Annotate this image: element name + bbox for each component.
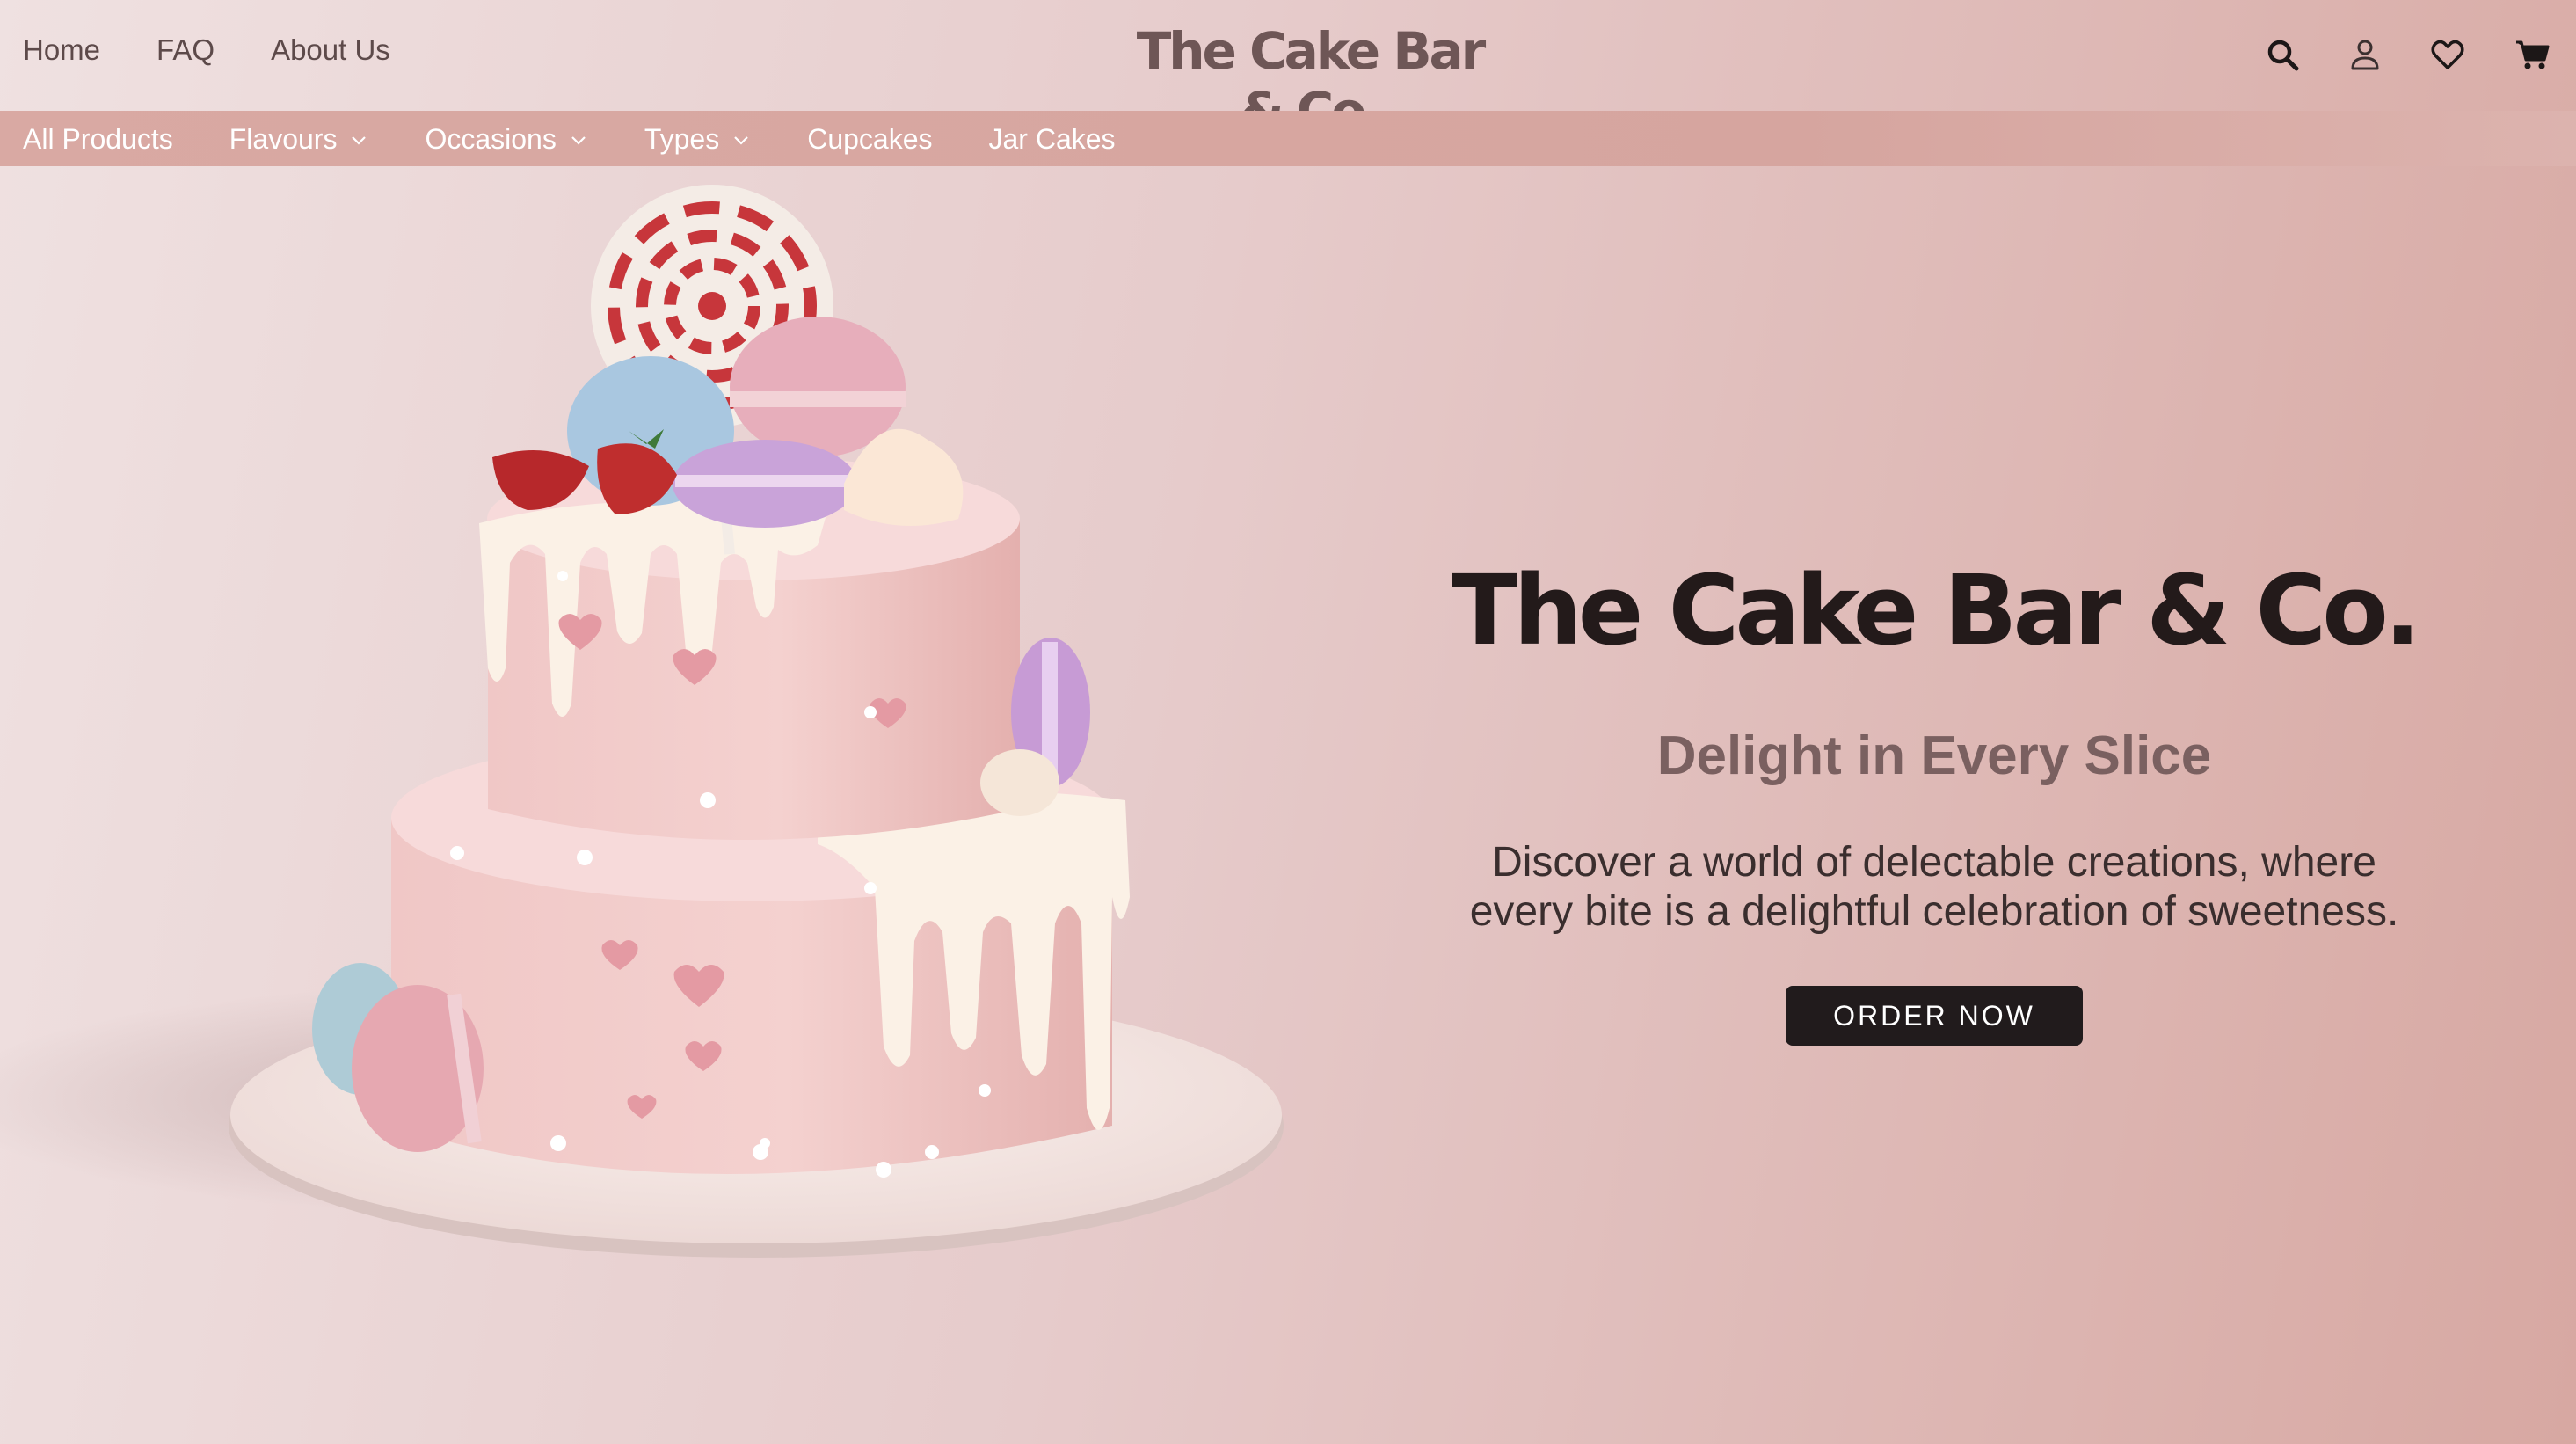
top-bar: Home FAQ About Us The Cake Bar & Co. (0, 0, 2576, 141)
category-label: Jar Cakes (988, 123, 1116, 155)
nav-about-link[interactable]: About Us (271, 33, 390, 67)
chevron-down-icon (731, 130, 751, 150)
hero-subtitle: Delight in Every Slice (1656, 726, 2212, 786)
category-cupcakes[interactable]: Cupcakes (807, 123, 932, 156)
category-bar: All Products Flavours Occasions Types Cu… (0, 111, 2576, 166)
cart-icon[interactable] (2513, 35, 2551, 74)
hero-section: The Cake Bar & Co. Delight in Every Slic… (1407, 554, 2462, 1046)
hero-cake-image (0, 176, 1372, 1319)
hero-description: Discover a world of delectable creations… (1469, 839, 2399, 935)
category-label: Flavours (229, 123, 338, 155)
category-jar-cakes[interactable]: Jar Cakes (989, 123, 1116, 156)
category-label: All Products (23, 123, 173, 155)
header-icons (2259, 35, 2576, 74)
hero-title: The Cake Bar & Co. (1452, 554, 2420, 667)
category-occasions-dropdown[interactable]: Occasions (425, 123, 587, 156)
nav-faq-link[interactable]: FAQ (156, 33, 215, 67)
top-nav: Home FAQ About Us (23, 33, 390, 67)
search-icon[interactable] (2263, 35, 2302, 74)
chevron-down-icon (569, 130, 588, 150)
category-all-products[interactable]: All Products (23, 123, 173, 156)
user-icon[interactable] (2346, 35, 2384, 74)
order-now-button[interactable]: ORDER NOW (1786, 986, 2083, 1046)
category-label: Cupcakes (807, 123, 933, 155)
heart-icon[interactable] (2428, 35, 2467, 74)
category-types-dropdown[interactable]: Types (644, 123, 751, 156)
nav-home-link[interactable]: Home (23, 33, 100, 67)
category-flavours-dropdown[interactable]: Flavours (229, 123, 369, 156)
category-label: Types (644, 123, 720, 155)
category-label: Occasions (425, 123, 557, 155)
chevron-down-icon (349, 130, 368, 150)
